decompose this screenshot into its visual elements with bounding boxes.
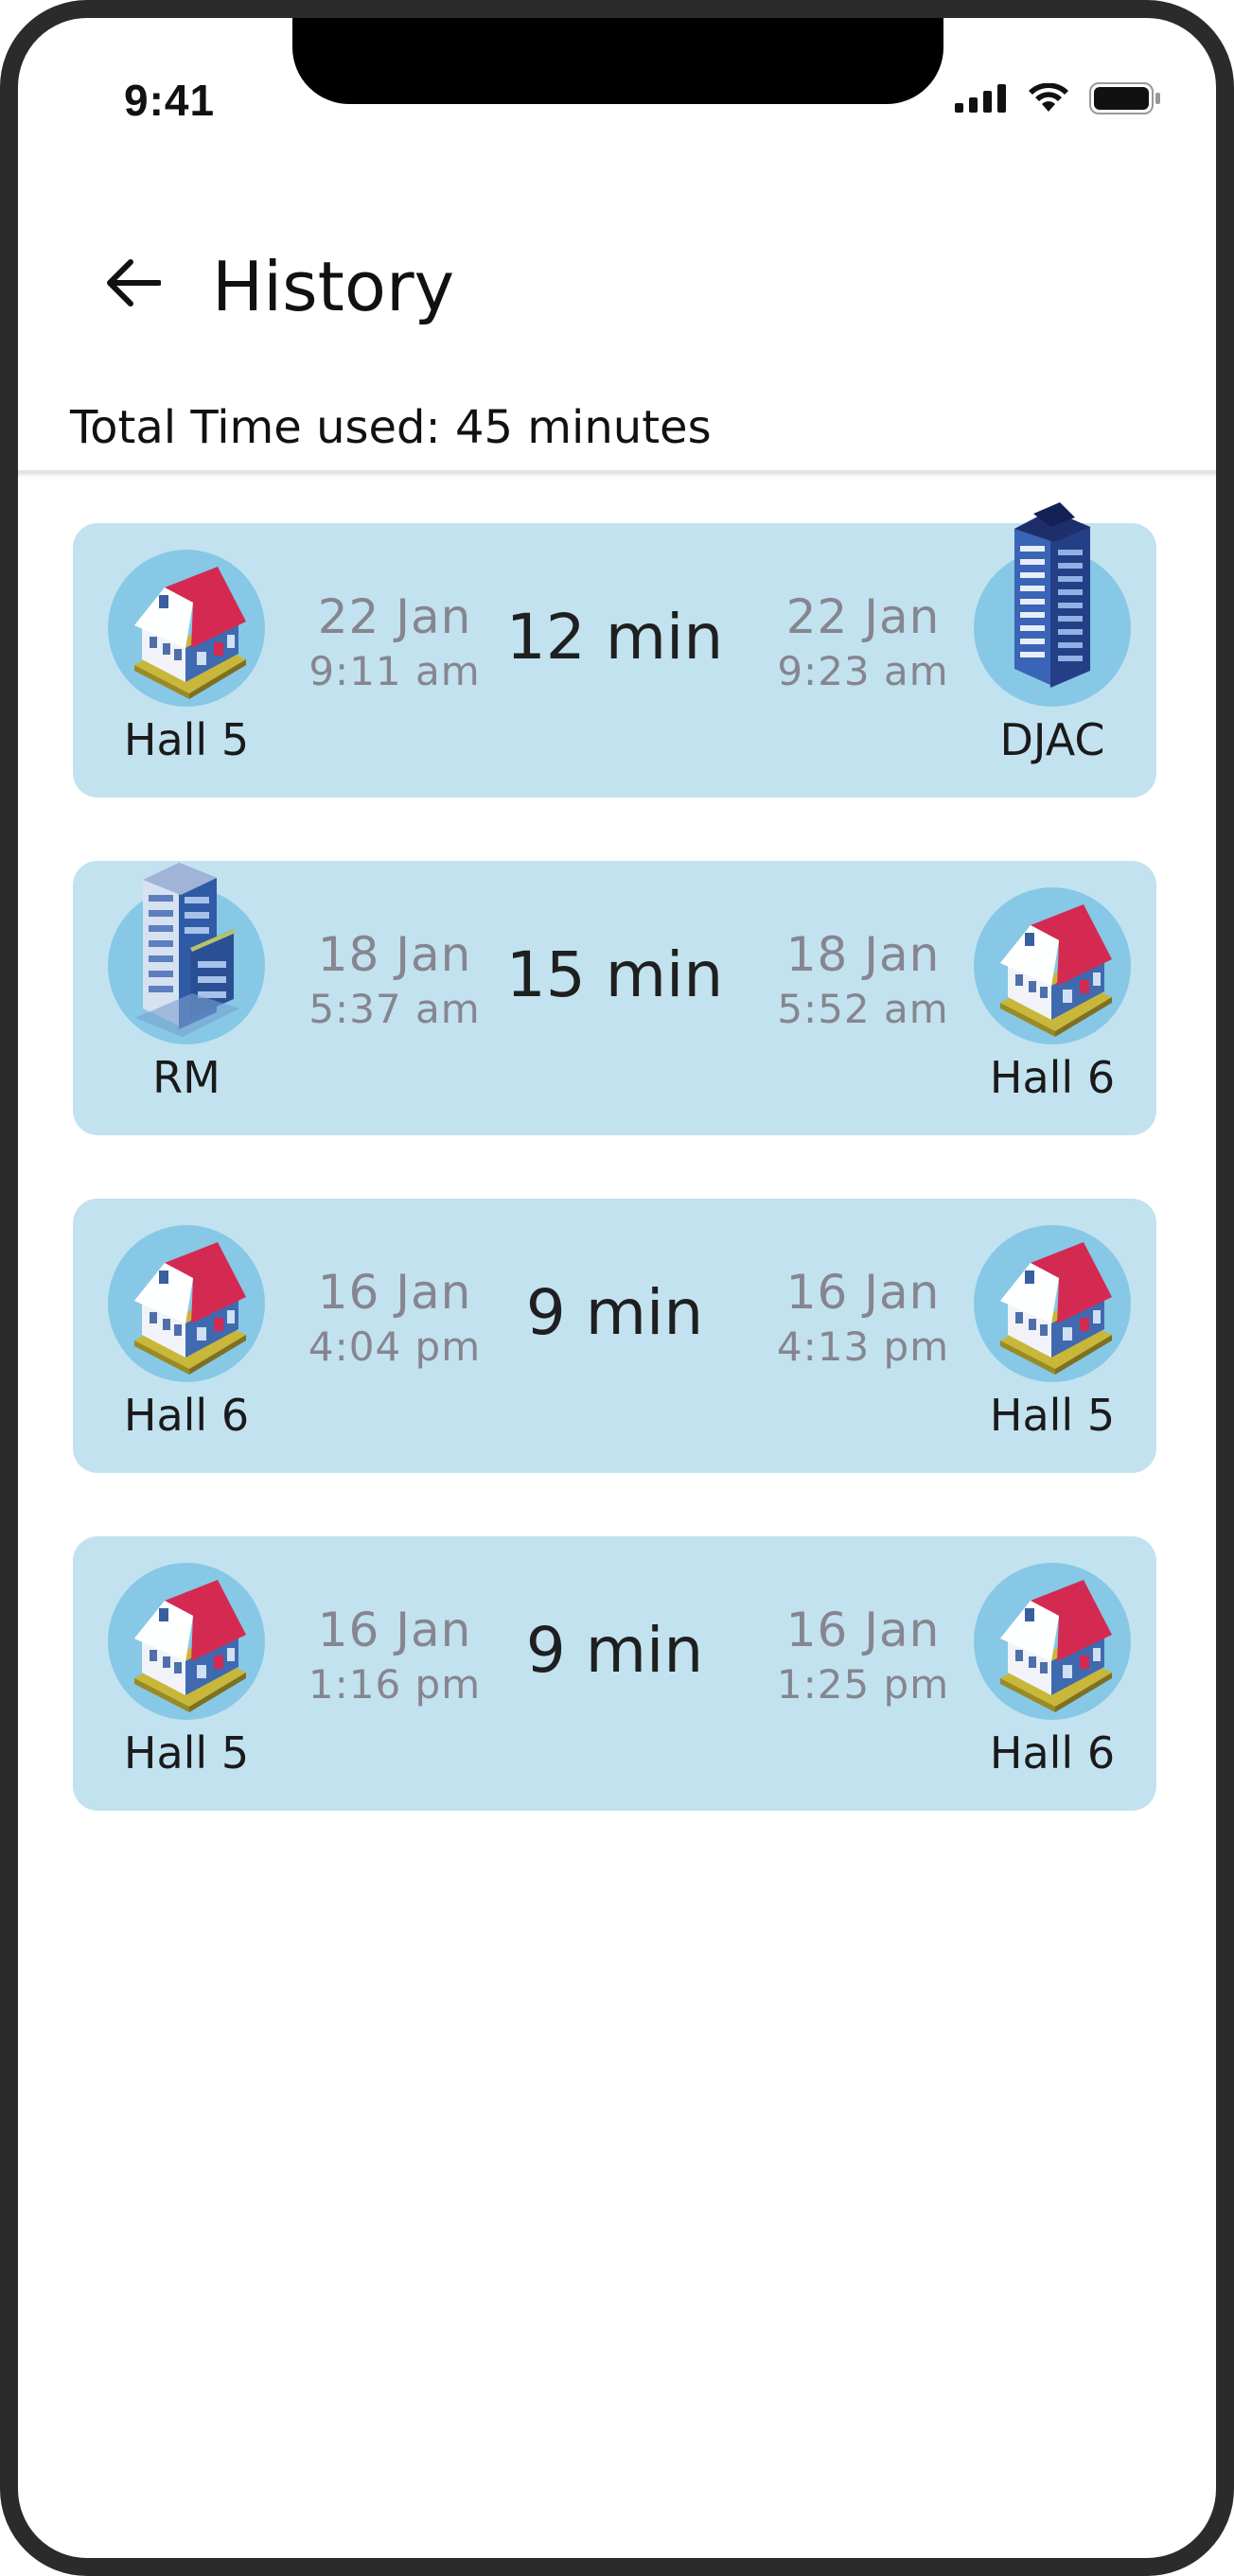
trip-card[interactable]: Hall 5 22 Jan 9:11 am 12 min 22 Jan 9:23 am [73,502,1156,797]
signal-icon [955,84,1008,113]
arrow-left-icon [106,259,161,307]
from-location: Hall 6 [101,1225,272,1441]
location-avatar [108,550,265,707]
to-location-name: Hall 6 [989,1052,1116,1103]
end-date: 16 Jan [785,1603,941,1657]
start-date: 22 Jan [317,589,472,644]
status-icons [955,82,1161,114]
end-time: 1:25 pm [776,1661,950,1708]
house-icon [115,1572,257,1714]
trip-duration: 12 min [505,601,724,674]
end-date: 22 Jan [785,589,941,644]
to-location: DJAC [967,502,1137,765]
trip-card[interactable]: RM 18 Jan 5:37 am 15 min 18 Jan 5:52 am Hall … [73,861,1156,1135]
start-time: 5:37 am [308,986,481,1032]
tower-icon [1005,500,1100,699]
start-date: 16 Jan [317,1603,472,1657]
from-location-name: Hall 5 [123,714,250,765]
house-icon [981,897,1123,1039]
end-datetime: 18 Jan 5:52 am [759,927,967,1032]
trip-list: Hall 5 22 Jan 9:11 am 12 min 22 Jan 9:23 am [73,502,1156,1874]
start-datetime: 22 Jan 9:11 am [291,589,499,694]
location-avatar [108,1563,265,1720]
to-location-name: Hall 5 [989,1390,1116,1441]
end-time: 9:23 am [777,648,949,694]
house-icon [981,1235,1123,1376]
location-avatar [974,1563,1131,1720]
end-time: 5:52 am [777,986,949,1032]
location-avatar [108,863,265,1044]
end-datetime: 22 Jan 9:23 am [759,589,967,694]
app-header: History [18,236,1216,330]
page-title: History [212,247,455,326]
start-datetime: 16 Jan 4:04 pm [291,1265,499,1370]
battery-icon [1089,82,1161,114]
start-date: 16 Jan [317,1265,472,1320]
location-avatar [974,1225,1131,1382]
start-time: 1:16 pm [308,1661,482,1708]
trip-duration: 9 min [525,1276,704,1349]
start-datetime: 18 Jan 5:37 am [291,927,499,1032]
status-time: 9:41 [124,76,216,125]
trip-duration: 9 min [525,1614,704,1687]
back-button[interactable] [96,245,171,321]
house-icon [981,1572,1123,1714]
to-location-name: Hall 6 [989,1727,1116,1779]
start-time: 9:11 am [308,648,481,694]
notch [292,18,943,104]
from-location: Hall 5 [101,1563,272,1779]
to-location: Hall 6 [967,1563,1137,1779]
trip-card[interactable]: Hall 6 16 Jan 4:04 pm 9 min 16 Jan 4:13 pm Ha… [73,1199,1156,1473]
to-location: Hall 5 [967,1225,1137,1441]
wifi-icon [1027,83,1070,114]
end-date: 16 Jan [785,1265,941,1320]
house-icon [115,559,257,701]
start-time: 4:04 pm [308,1323,482,1370]
phone-frame: 9:41 History Total Time used: 45 minutes… [0,0,1234,2576]
total-time-summary: Total Time used: 45 minutes [70,401,712,454]
end-datetime: 16 Jan 1:25 pm [759,1603,967,1708]
from-location: Hall 5 [101,550,272,765]
start-date: 18 Jan [317,927,472,982]
house-icon [115,1235,257,1376]
start-datetime: 16 Jan 1:16 pm [291,1603,499,1708]
from-location: RM [101,863,272,1103]
end-date: 18 Jan [785,927,941,982]
header-divider [18,470,1216,474]
trip-duration: 15 min [505,938,724,1011]
location-avatar [974,887,1131,1044]
end-datetime: 16 Jan 4:13 pm [759,1265,967,1370]
end-time: 4:13 pm [776,1323,950,1370]
building-icon [130,857,243,1037]
to-location: Hall 6 [967,887,1137,1103]
to-location-name: DJAC [999,714,1105,765]
location-avatar [974,502,1131,707]
from-location-name: RM [152,1052,220,1103]
trip-card[interactable]: Hall 5 16 Jan 1:16 pm 9 min 16 Jan 1:25 pm Ha… [73,1536,1156,1811]
from-location-name: Hall 6 [123,1390,250,1441]
from-location-name: Hall 5 [123,1727,250,1779]
location-avatar [108,1225,265,1382]
